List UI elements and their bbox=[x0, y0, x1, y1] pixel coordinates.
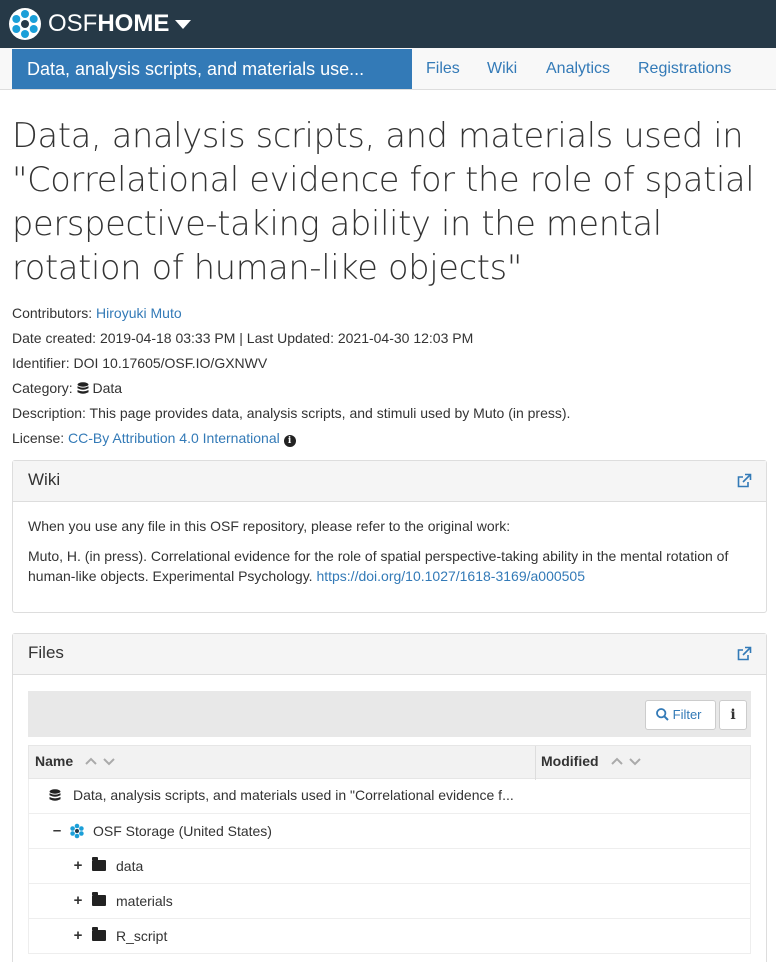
files-panel: Files Filter i Name Modified Data, analy… bbox=[12, 633, 767, 962]
collapse-toggle[interactable]: – bbox=[51, 822, 63, 839]
folder-icon bbox=[92, 857, 106, 871]
dates-line: Date created: 2019-04-18 03:33 PM | Last… bbox=[12, 330, 474, 346]
license-label: License: bbox=[12, 430, 65, 446]
description-line: Description: This page provides data, an… bbox=[12, 405, 571, 421]
file-row-folder[interactable]: + R_script bbox=[28, 919, 751, 954]
wiki-paragraph-1: When you use any file in this OSF reposi… bbox=[28, 518, 511, 534]
nav-registrations[interactable]: Registrations bbox=[638, 48, 731, 89]
row-content: Data, analysis scripts, and materials us… bbox=[49, 787, 514, 803]
wiki-doi-link[interactable]: https://doi.org/10.1027/1618-3169/a00050… bbox=[316, 568, 585, 584]
wiki-heading: Wiki bbox=[28, 470, 61, 489]
nav-analytics[interactable]: Analytics bbox=[546, 48, 610, 89]
file-row-folder[interactable]: + data bbox=[28, 849, 751, 884]
files-toolbar: Filter i bbox=[28, 691, 751, 737]
wiki-content: When you use any file in this OSF reposi… bbox=[13, 502, 766, 610]
osf-home-dropdown[interactable]: OSF HOME bbox=[48, 10, 192, 38]
contributors-label: Contributors: bbox=[12, 305, 93, 321]
wiki-panel: Wiki When you use any file in this OSF r… bbox=[12, 460, 767, 613]
info-button[interactable]: i bbox=[719, 700, 747, 730]
folder-icon bbox=[92, 927, 106, 941]
osf-storage-icon bbox=[70, 823, 84, 838]
expand-toggle[interactable]: + bbox=[72, 927, 84, 944]
external-link-icon[interactable] bbox=[736, 646, 752, 662]
file-row-storage[interactable]: – OSF Storage (United States) bbox=[28, 814, 751, 849]
row-content: – OSF Storage (United States) bbox=[51, 822, 272, 839]
folder-icon bbox=[92, 892, 106, 906]
info-circle-icon[interactable]: i bbox=[283, 435, 296, 447]
page-title: Data, analysis scripts, and materials us… bbox=[12, 116, 755, 287]
filter-label: Filter bbox=[672, 707, 702, 722]
project-nav: Data, analysis scripts, and materials us… bbox=[0, 48, 776, 90]
file-row-folder[interactable]: + materials bbox=[28, 884, 751, 919]
external-link-icon[interactable] bbox=[736, 473, 752, 489]
license-link[interactable]: CC-By Attribution 4.0 International bbox=[68, 430, 280, 446]
row-content: + R_script bbox=[72, 927, 167, 944]
wiki-paragraph-2: Muto, H. (in press). Correlational evide… bbox=[28, 546, 751, 586]
search-icon bbox=[656, 708, 669, 721]
category-label: Category: bbox=[12, 380, 73, 396]
grid-header: Name Modified bbox=[28, 745, 751, 780]
row-label: R_script bbox=[116, 927, 168, 944]
row-label: OSF Storage (United States) bbox=[93, 822, 272, 839]
sort-arrows-icon[interactable] bbox=[85, 755, 117, 767]
top-navbar: OSF HOME bbox=[0, 0, 776, 48]
row-label: Data, analysis scripts, and materials us… bbox=[73, 787, 514, 803]
row-label: data bbox=[116, 857, 144, 874]
row-content: + materials bbox=[72, 892, 173, 909]
brand-bold: HOME bbox=[97, 10, 170, 37]
files-heading: Files bbox=[28, 643, 64, 662]
nav-files[interactable]: Files bbox=[426, 48, 460, 89]
row-content: + data bbox=[72, 857, 143, 874]
brand-light: OSF bbox=[48, 10, 98, 37]
file-row-project[interactable]: Data, analysis scripts, and materials us… bbox=[28, 779, 751, 814]
files-panel-heading: Files bbox=[13, 634, 766, 675]
database-icon bbox=[49, 788, 61, 801]
file-grid: Name Modified Data, analysis scripts, an… bbox=[28, 745, 751, 954]
category-value: Data bbox=[92, 380, 123, 396]
contributors-line: Contributors: Hiroyuki Muto bbox=[12, 303, 182, 323]
contributor-link[interactable]: Hiroyuki Muto bbox=[96, 305, 182, 321]
row-label: materials bbox=[116, 892, 173, 909]
column-divider[interactable] bbox=[535, 746, 536, 780]
category-line: Category: Data bbox=[12, 378, 122, 398]
sort-arrows-icon[interactable] bbox=[611, 755, 643, 767]
project-title-tab[interactable]: Data, analysis scripts, and materials us… bbox=[12, 49, 412, 89]
filter-button[interactable]: Filter bbox=[645, 700, 716, 730]
column-modified[interactable]: Modified bbox=[541, 753, 599, 769]
expand-toggle[interactable]: + bbox=[72, 892, 84, 909]
nav-wiki[interactable]: Wiki bbox=[487, 48, 517, 89]
caret-down-icon bbox=[175, 19, 192, 29]
database-icon bbox=[77, 382, 89, 394]
column-name[interactable]: Name bbox=[35, 753, 73, 769]
expand-toggle[interactable]: + bbox=[72, 857, 84, 874]
osf-logo-icon[interactable] bbox=[8, 7, 42, 41]
wiki-panel-heading: Wiki bbox=[13, 461, 766, 502]
license-line: License: CC-By Attribution 4.0 Internati… bbox=[12, 428, 296, 448]
identifier-line: Identifier: DOI 10.17605/OSF.IO/GXNWV bbox=[12, 355, 268, 371]
